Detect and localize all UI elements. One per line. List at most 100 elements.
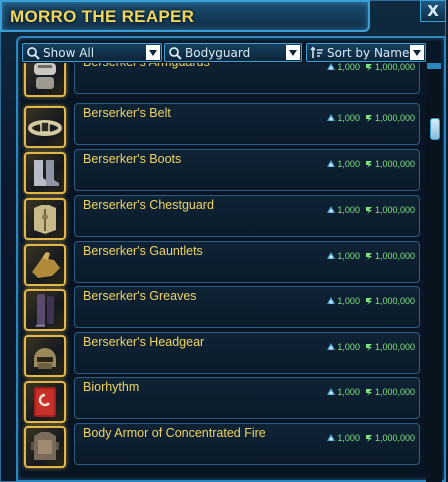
item-name: Berserker's Boots: [83, 152, 182, 166]
item-name: Berserker's Gauntlets: [83, 244, 203, 258]
item-price: 1,000 1,000,000: [326, 296, 415, 306]
item-row[interactable]: Berserker's Belt 1,000 1,000,000: [22, 103, 420, 148]
item-row[interactable]: Berserker's Headgear 1,000 1,000,000: [22, 332, 420, 377]
commendation-icon: [326, 387, 336, 397]
item-panel[interactable]: Berserker's Greaves 1,000 1,000,000: [74, 286, 420, 328]
item-row[interactable]: Biorhythm 1,000 1,000,000: [22, 377, 420, 423]
chestguard-icon[interactable]: [24, 198, 66, 240]
commendation-icon: [326, 113, 336, 123]
commendation-icon: [326, 159, 336, 169]
item-price: 1,000 1,000,000: [326, 433, 415, 443]
item-name: Berserker's Greaves: [83, 289, 197, 303]
item-cost-b: 1,000,000: [374, 63, 415, 72]
item-row[interactable]: Berserker's Boots 1,000 1,000,000: [22, 149, 420, 194]
scrollbar-top-cap: [427, 63, 441, 69]
item-cost-a: 1,000: [337, 113, 360, 123]
item-cost-a: 1,000: [337, 387, 360, 397]
item-cost-a: 1,000: [337, 433, 360, 443]
window-title: MORRO THE REAPER: [10, 7, 195, 26]
item-name: Berserker's Chestguard: [83, 198, 214, 212]
chevron-down-icon: [146, 45, 160, 60]
item-cost-b: 1,000,000: [374, 113, 415, 123]
item-cost-a: 1,000: [337, 296, 360, 306]
credits-icon: [364, 296, 374, 306]
item-price: 1,000 1,000,000: [326, 63, 415, 72]
item-cost-b: 1,000,000: [374, 159, 415, 169]
commendation-icon: [326, 433, 336, 443]
item-cost-a: 1,000: [337, 251, 360, 261]
commendation-icon: [326, 63, 336, 72]
scrollbar-thumb[interactable]: [430, 118, 440, 140]
credits-icon: [364, 205, 374, 215]
commendation-icon: [326, 296, 336, 306]
item-panel[interactable]: Berserker's Gauntlets 1,000 1,000,000: [74, 241, 420, 283]
item-cost-b: 1,000,000: [374, 387, 415, 397]
item-row[interactable]: Berserker's Greaves 1,000 1,000,000: [22, 286, 420, 331]
item-cost-b: 1,000,000: [374, 296, 415, 306]
item-price: 1,000 1,000,000: [326, 387, 415, 397]
item-price: 1,000 1,000,000: [326, 113, 415, 123]
item-cost-b: 1,000,000: [374, 342, 415, 352]
item-cost-b: 1,000,000: [374, 433, 415, 443]
sort-icon: [310, 45, 324, 60]
subcategory-dropdown[interactable]: Bodyguard: [164, 43, 302, 62]
filter-bar: Show All Bodyguard Sort by Name: [22, 43, 426, 63]
item-row[interactable]: Berserker's Chestguard 1,000 1,000,000: [22, 195, 420, 240]
close-button[interactable]: X: [420, 0, 446, 22]
armguards-icon[interactable]: [24, 63, 66, 97]
search-icon: [168, 46, 182, 60]
items-list: Berserker's Armguards1,0001,000,000Berse…: [22, 63, 420, 482]
item-price: 1,000 1,000,000: [326, 251, 415, 261]
belt-icon[interactable]: [24, 106, 66, 148]
item-row[interactable]: Berserker's Armguards 1,000 1,000,000: [22, 63, 420, 97]
item-row[interactable]: Berserker's Gauntlets 1,000 1,000,000: [22, 241, 420, 286]
sort-dropdown[interactable]: Sort by Name: [306, 43, 426, 62]
item-panel[interactable]: Berserker's Armguards 1,000 1,000,000: [74, 63, 420, 94]
credits-icon: [364, 63, 374, 72]
credits-icon: [364, 387, 374, 397]
search-icon: [26, 46, 40, 60]
item-panel[interactable]: Berserker's Headgear 1,000 1,000,000: [74, 332, 420, 374]
greaves-icon[interactable]: [24, 289, 66, 331]
chevron-down-icon: [410, 45, 424, 60]
item-cost-a: 1,000: [337, 63, 360, 72]
credits-icon: [364, 342, 374, 352]
commendation-icon: [326, 251, 336, 261]
headgear-icon[interactable]: [24, 335, 66, 377]
credits-icon: [364, 251, 374, 261]
chevron-down-icon: [286, 45, 300, 60]
item-name: Body Armor of Concentrated Fire: [83, 426, 266, 440]
item-name: Berserker's Headgear: [83, 335, 205, 349]
title-bar: MORRO THE REAPER: [0, 0, 370, 32]
category-dropdown-label: Show All: [43, 45, 95, 60]
item-price: 1,000 1,000,000: [326, 159, 415, 169]
item-price: 1,000 1,000,000: [326, 205, 415, 215]
item-panel[interactable]: Berserker's Boots 1,000 1,000,000: [74, 149, 420, 191]
credits-icon: [364, 113, 374, 123]
item-price: 1,000 1,000,000: [326, 342, 415, 352]
item-cost-b: 1,000,000: [374, 205, 415, 215]
item-name: Berserker's Armguards: [83, 63, 210, 69]
item-cost-a: 1,000: [337, 159, 360, 169]
category-dropdown[interactable]: Show All: [22, 43, 162, 62]
body-armor-icon[interactable]: [24, 426, 66, 468]
item-panel[interactable]: Berserker's Belt 1,000 1,000,000: [74, 103, 420, 145]
boots-icon[interactable]: [24, 152, 66, 194]
item-panel[interactable]: Berserker's Chestguard 1,000 1,000,000: [74, 195, 420, 237]
item-name: Berserker's Belt: [83, 106, 171, 120]
gauntlets-icon[interactable]: [24, 244, 66, 286]
item-panel[interactable]: Body Armor of Concentrated Fire 1,000 1,00…: [74, 423, 420, 465]
item-cost-b: 1,000,000: [374, 251, 415, 261]
commendation-icon: [326, 342, 336, 352]
biorhythm-book-icon[interactable]: [24, 381, 66, 423]
item-row[interactable]: Body Armor of Concentrated Fire 1,000 1,00…: [22, 423, 420, 468]
commendation-icon: [326, 205, 336, 215]
item-cost-a: 1,000: [337, 342, 360, 352]
item-panel[interactable]: Biorhythm 1,000 1,000,000: [74, 377, 420, 419]
credits-icon: [364, 433, 374, 443]
item-cost-a: 1,000: [337, 205, 360, 215]
sort-dropdown-label: Sort by Name: [327, 45, 410, 60]
subcategory-dropdown-label: Bodyguard: [185, 45, 251, 60]
item-name: Biorhythm: [83, 380, 140, 394]
credits-icon: [364, 159, 374, 169]
